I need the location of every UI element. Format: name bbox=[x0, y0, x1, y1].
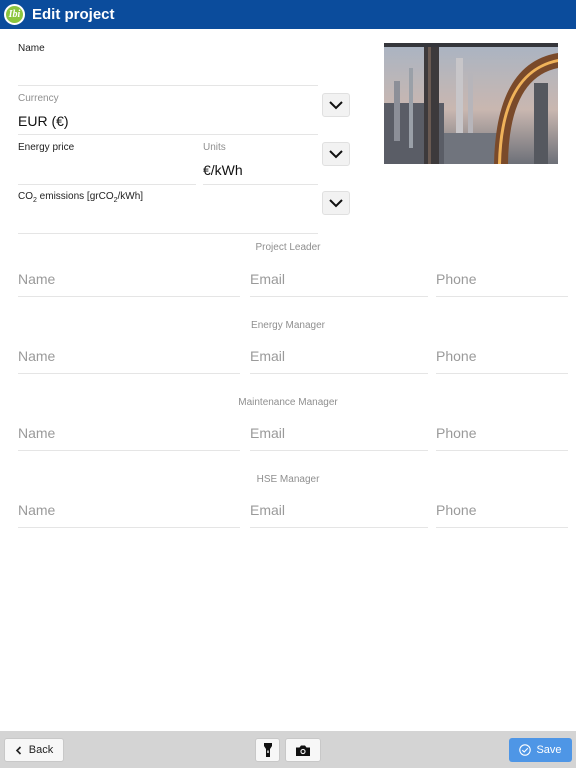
maintenance-manager-email-input[interactable]: Email bbox=[250, 423, 428, 451]
project-leader-phone-input[interactable]: Phone bbox=[436, 269, 568, 297]
phone-placeholder: Phone bbox=[436, 348, 477, 364]
phone-placeholder: Phone bbox=[436, 271, 477, 287]
chevron-down-icon bbox=[329, 149, 343, 158]
app-logo: Ibi bbox=[4, 4, 25, 25]
units-field[interactable]: €/kWh bbox=[203, 156, 318, 185]
check-circle-icon bbox=[519, 744, 532, 756]
name-placeholder: Name bbox=[18, 348, 56, 364]
save-button-label: Save bbox=[536, 744, 562, 756]
name-placeholder: Name bbox=[18, 425, 56, 441]
email-placeholder: Email bbox=[250, 425, 286, 441]
co2-label-part: emissions [grCO bbox=[36, 191, 114, 202]
back-button-label: Back bbox=[28, 744, 54, 756]
currency-field[interactable]: EUR (€) bbox=[18, 106, 318, 135]
phone-placeholder: Phone bbox=[436, 425, 477, 441]
project-name-field[interactable] bbox=[18, 56, 318, 86]
units-label: Units bbox=[203, 142, 226, 153]
camera-icon bbox=[296, 745, 310, 756]
energy-manager-email-input[interactable]: Email bbox=[250, 346, 428, 374]
energy-price-field[interactable] bbox=[18, 156, 196, 185]
hse-manager-email-input[interactable]: Email bbox=[250, 500, 428, 528]
name-label: Name bbox=[18, 43, 45, 54]
email-placeholder: Email bbox=[250, 271, 286, 287]
units-dropdown-button[interactable] bbox=[322, 142, 350, 166]
phone-placeholder: Phone bbox=[436, 502, 477, 518]
project-leader-email-input[interactable]: Email bbox=[250, 269, 428, 297]
bottom-toolbar: Back Save bbox=[0, 731, 576, 768]
chevron-left-icon bbox=[15, 745, 21, 755]
save-button[interactable]: Save bbox=[509, 738, 572, 762]
hse-manager-phone-input[interactable]: Phone bbox=[436, 500, 568, 528]
project-leader-name-input[interactable]: Name bbox=[18, 269, 240, 297]
section-title-energy-manager: Energy Manager bbox=[251, 320, 325, 331]
currency-dropdown-button[interactable] bbox=[322, 93, 350, 117]
co2-emissions-label: CO2 emissions [grCO2/kWh] bbox=[18, 191, 143, 204]
co2-label-part: CO bbox=[18, 191, 33, 202]
project-photo[interactable] bbox=[384, 43, 558, 164]
email-placeholder: Email bbox=[250, 348, 286, 364]
app-header: Ibi Edit project bbox=[0, 0, 576, 29]
hse-manager-name-input[interactable]: Name bbox=[18, 500, 240, 528]
co2-dropdown-button[interactable] bbox=[322, 191, 350, 215]
email-placeholder: Email bbox=[250, 502, 286, 518]
co2-emissions-field[interactable] bbox=[18, 205, 318, 234]
page-title: Edit project bbox=[32, 6, 115, 23]
units-value: €/kWh bbox=[203, 162, 243, 178]
camera-button[interactable] bbox=[285, 738, 321, 762]
chevron-down-icon bbox=[329, 198, 343, 207]
maintenance-manager-name-input[interactable]: Name bbox=[18, 423, 240, 451]
flashlight-button[interactable] bbox=[255, 738, 280, 762]
section-title-project-leader: Project Leader bbox=[255, 242, 321, 253]
energy-price-label: Energy price bbox=[18, 142, 75, 153]
maintenance-manager-phone-input[interactable]: Phone bbox=[436, 423, 568, 451]
co2-label-part: /kWh] bbox=[117, 191, 144, 202]
name-placeholder: Name bbox=[18, 271, 56, 287]
energy-manager-phone-input[interactable]: Phone bbox=[436, 346, 568, 374]
currency-value: EUR (€) bbox=[18, 113, 69, 129]
currency-label: Currency bbox=[18, 93, 59, 104]
name-placeholder: Name bbox=[18, 502, 56, 518]
energy-manager-name-input[interactable]: Name bbox=[18, 346, 240, 374]
section-title-maintenance-manager: Maintenance Manager bbox=[238, 397, 338, 408]
flashlight-icon bbox=[263, 743, 272, 757]
section-title-hse-manager: HSE Manager bbox=[256, 474, 320, 485]
back-button[interactable]: Back bbox=[4, 738, 64, 762]
chevron-down-icon bbox=[329, 100, 343, 109]
